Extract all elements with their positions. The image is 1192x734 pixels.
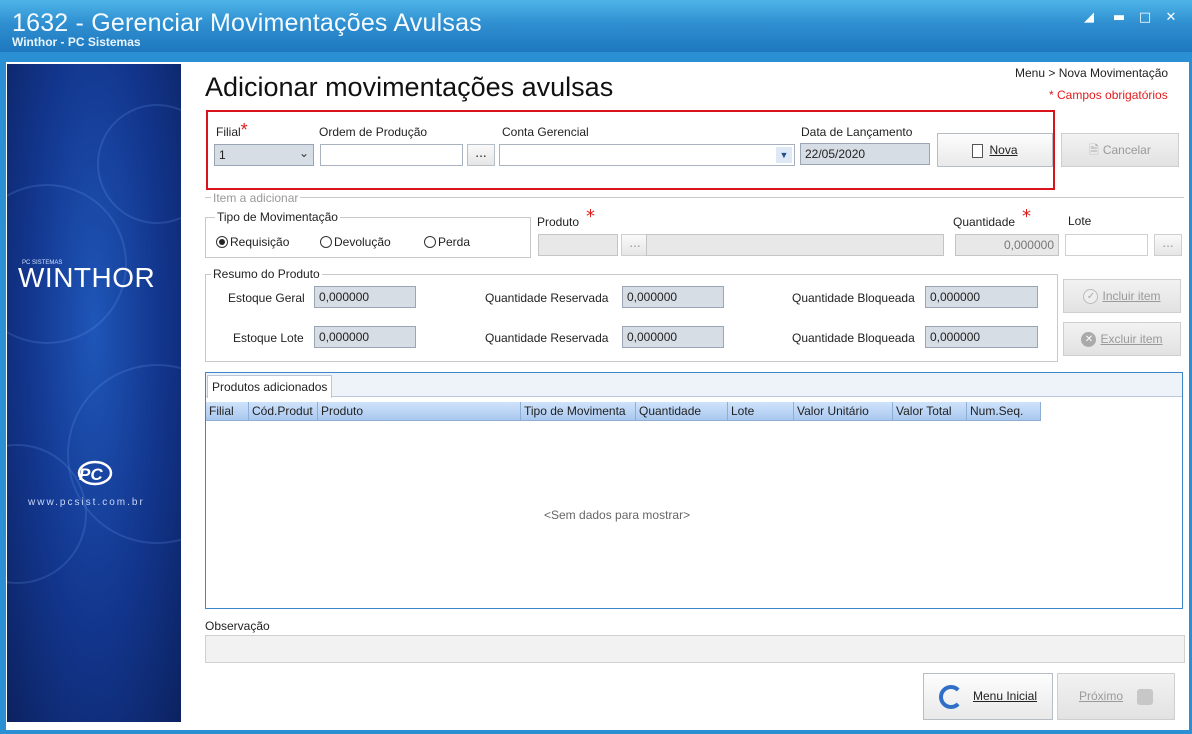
- grid-empty-message: <Sem dados para mostrar>: [544, 508, 691, 522]
- ordem-input[interactable]: [320, 144, 463, 166]
- maximize-icon[interactable]: □: [1136, 10, 1154, 26]
- ordem-lookup-button[interactable]: ...: [467, 144, 495, 166]
- bloqueada-label: Quantidade Bloqueada: [792, 331, 915, 345]
- lote-input[interactable]: [1065, 234, 1148, 256]
- required-mark: *: [240, 120, 248, 140]
- grid-tabbar: [206, 373, 1182, 397]
- filial-select[interactable]: 1 ⌄: [214, 144, 314, 166]
- ordem-label: Ordem de Produção: [319, 125, 428, 139]
- conta-select[interactable]: ▼: [499, 144, 795, 166]
- pc-logo-icon: PC: [77, 460, 113, 486]
- reservada-value: 0,000000: [622, 326, 724, 348]
- observacao-label: Observação: [205, 619, 270, 633]
- excluir-item-button[interactable]: ✕ Excluir item: [1063, 322, 1181, 356]
- tab-produtos-adicionados[interactable]: Produtos adicionados: [207, 375, 333, 398]
- radio-checked-icon[interactable]: [216, 236, 228, 248]
- lote-lookup-button[interactable]: ...: [1154, 234, 1182, 256]
- column-quantidade[interactable]: Quantidade: [636, 402, 728, 421]
- incluir-label: Incluir item: [1102, 289, 1161, 303]
- column-filial[interactable]: Filial: [206, 402, 249, 421]
- nova-label: Nova: [989, 143, 1018, 157]
- resumo-legend: Resumo do Produto: [211, 267, 322, 281]
- radio-unchecked-icon[interactable]: [320, 236, 332, 248]
- quantidade-input[interactable]: 0,000000: [955, 234, 1059, 256]
- reservada-label: Quantidade Reservada: [485, 291, 609, 305]
- check-icon: ✓: [1083, 289, 1099, 305]
- radio-devolucao[interactable]: Devolução: [320, 235, 391, 249]
- column-valor-total[interactable]: Valor Total: [893, 402, 967, 421]
- page-title: Adicionar movimentações avulsas: [205, 72, 614, 102]
- bloqueada-label: Quantidade Bloqueada: [792, 291, 915, 305]
- window-subtitle: Winthor - PC Sistemas: [12, 35, 141, 49]
- proximo-button[interactable]: Próximo: [1057, 673, 1175, 720]
- cancelar-button[interactable]: 🗎 Cancelar: [1061, 133, 1179, 167]
- bloqueada-value: 0,000000: [925, 326, 1038, 348]
- breadcrumb: Menu > Nova Movimentação: [1015, 66, 1169, 80]
- cancel-document-icon: 🗎: [1089, 143, 1099, 157]
- restore-icon[interactable]: ◢: [1080, 10, 1098, 26]
- data-label: Data de Lançamento: [801, 125, 913, 139]
- produto-label: Produto: [537, 215, 580, 229]
- proximo-label: Próximo: [1078, 689, 1123, 703]
- bloqueada-value: 0,000000: [925, 286, 1038, 308]
- radio-perda[interactable]: Perda: [424, 235, 470, 249]
- column-produto[interactable]: Produto: [318, 402, 521, 421]
- next-icon: [1137, 688, 1153, 705]
- required-mark: *: [586, 206, 595, 227]
- dropdown-arrow-icon[interactable]: ▼: [776, 147, 792, 163]
- produto-code-input[interactable]: [538, 234, 618, 256]
- column-tipo-movimentacao[interactable]: Tipo de Movimenta: [521, 402, 636, 421]
- column-cod-produto[interactable]: Cód.Produt: [249, 402, 318, 421]
- column-valor-unitario[interactable]: Valor Unitário: [794, 402, 893, 421]
- conta-label: Conta Gerencial: [502, 125, 589, 139]
- reservada-value: 0,000000: [622, 286, 724, 308]
- sidebar-banner: [7, 64, 181, 722]
- observacao-input[interactable]: [205, 635, 1185, 663]
- estoque-lote-label: Estoque Lote: [233, 331, 304, 345]
- reservada-label: Quantidade Reservada: [485, 331, 609, 345]
- column-lote[interactable]: Lote: [728, 402, 794, 421]
- column-num-seq[interactable]: Num.Seq.: [967, 402, 1041, 421]
- estoque-geral-label: Estoque Geral: [228, 291, 305, 305]
- menu-inicial-label: Menu Inicial: [972, 689, 1038, 703]
- radio-requisicao[interactable]: Requisição: [216, 235, 289, 249]
- radio-label: Requisição: [230, 235, 290, 249]
- delete-icon: ✕: [1081, 332, 1097, 348]
- minimize-icon[interactable]: ▬: [1110, 10, 1128, 26]
- quantidade-label: Quantidade: [953, 215, 1016, 229]
- close-icon[interactable]: ✕: [1162, 10, 1180, 26]
- data-lancamento-input[interactable]: 22/05/2020: [800, 143, 930, 165]
- produto-lookup-button[interactable]: ...: [621, 234, 649, 256]
- radio-label: Perda: [438, 235, 471, 249]
- filial-label: Filial*: [216, 120, 248, 140]
- incluir-item-button[interactable]: ✓ Incluir item: [1063, 279, 1181, 313]
- estoque-lote-value: 0,000000: [314, 326, 416, 348]
- item-group-border: [205, 197, 1184, 198]
- required-mark: *: [1022, 206, 1031, 227]
- back-arrow-icon: [938, 684, 963, 709]
- winthor-logo: WINTHOR: [18, 262, 156, 293]
- required-fields-note: * Campos obrigatórios: [1049, 88, 1168, 102]
- excluir-label: Excluir item: [1100, 332, 1163, 346]
- produto-desc-input[interactable]: [646, 234, 944, 256]
- company-url: www.pcsist.com.br: [28, 497, 145, 508]
- item-legend: Item a adicionar: [211, 191, 301, 205]
- cancelar-label: Cancelar: [1102, 143, 1151, 157]
- estoque-geral-value: 0,000000: [314, 286, 416, 308]
- menu-inicial-button[interactable]: Menu Inicial: [923, 673, 1053, 720]
- new-document-icon: [972, 143, 984, 158]
- radio-unchecked-icon[interactable]: [424, 236, 436, 248]
- lote-label: Lote: [1068, 214, 1092, 228]
- nova-button[interactable]: Nova: [937, 133, 1053, 167]
- chevron-down-icon[interactable]: ⌄: [299, 146, 309, 160]
- svg-text:PC: PC: [79, 465, 103, 484]
- filial-value: 1: [219, 148, 226, 162]
- window-title: 1632 - Gerenciar Movimentações Avulsas: [12, 9, 482, 37]
- radio-label: Devolução: [334, 235, 391, 249]
- tipo-legend: Tipo de Movimentação: [215, 210, 340, 224]
